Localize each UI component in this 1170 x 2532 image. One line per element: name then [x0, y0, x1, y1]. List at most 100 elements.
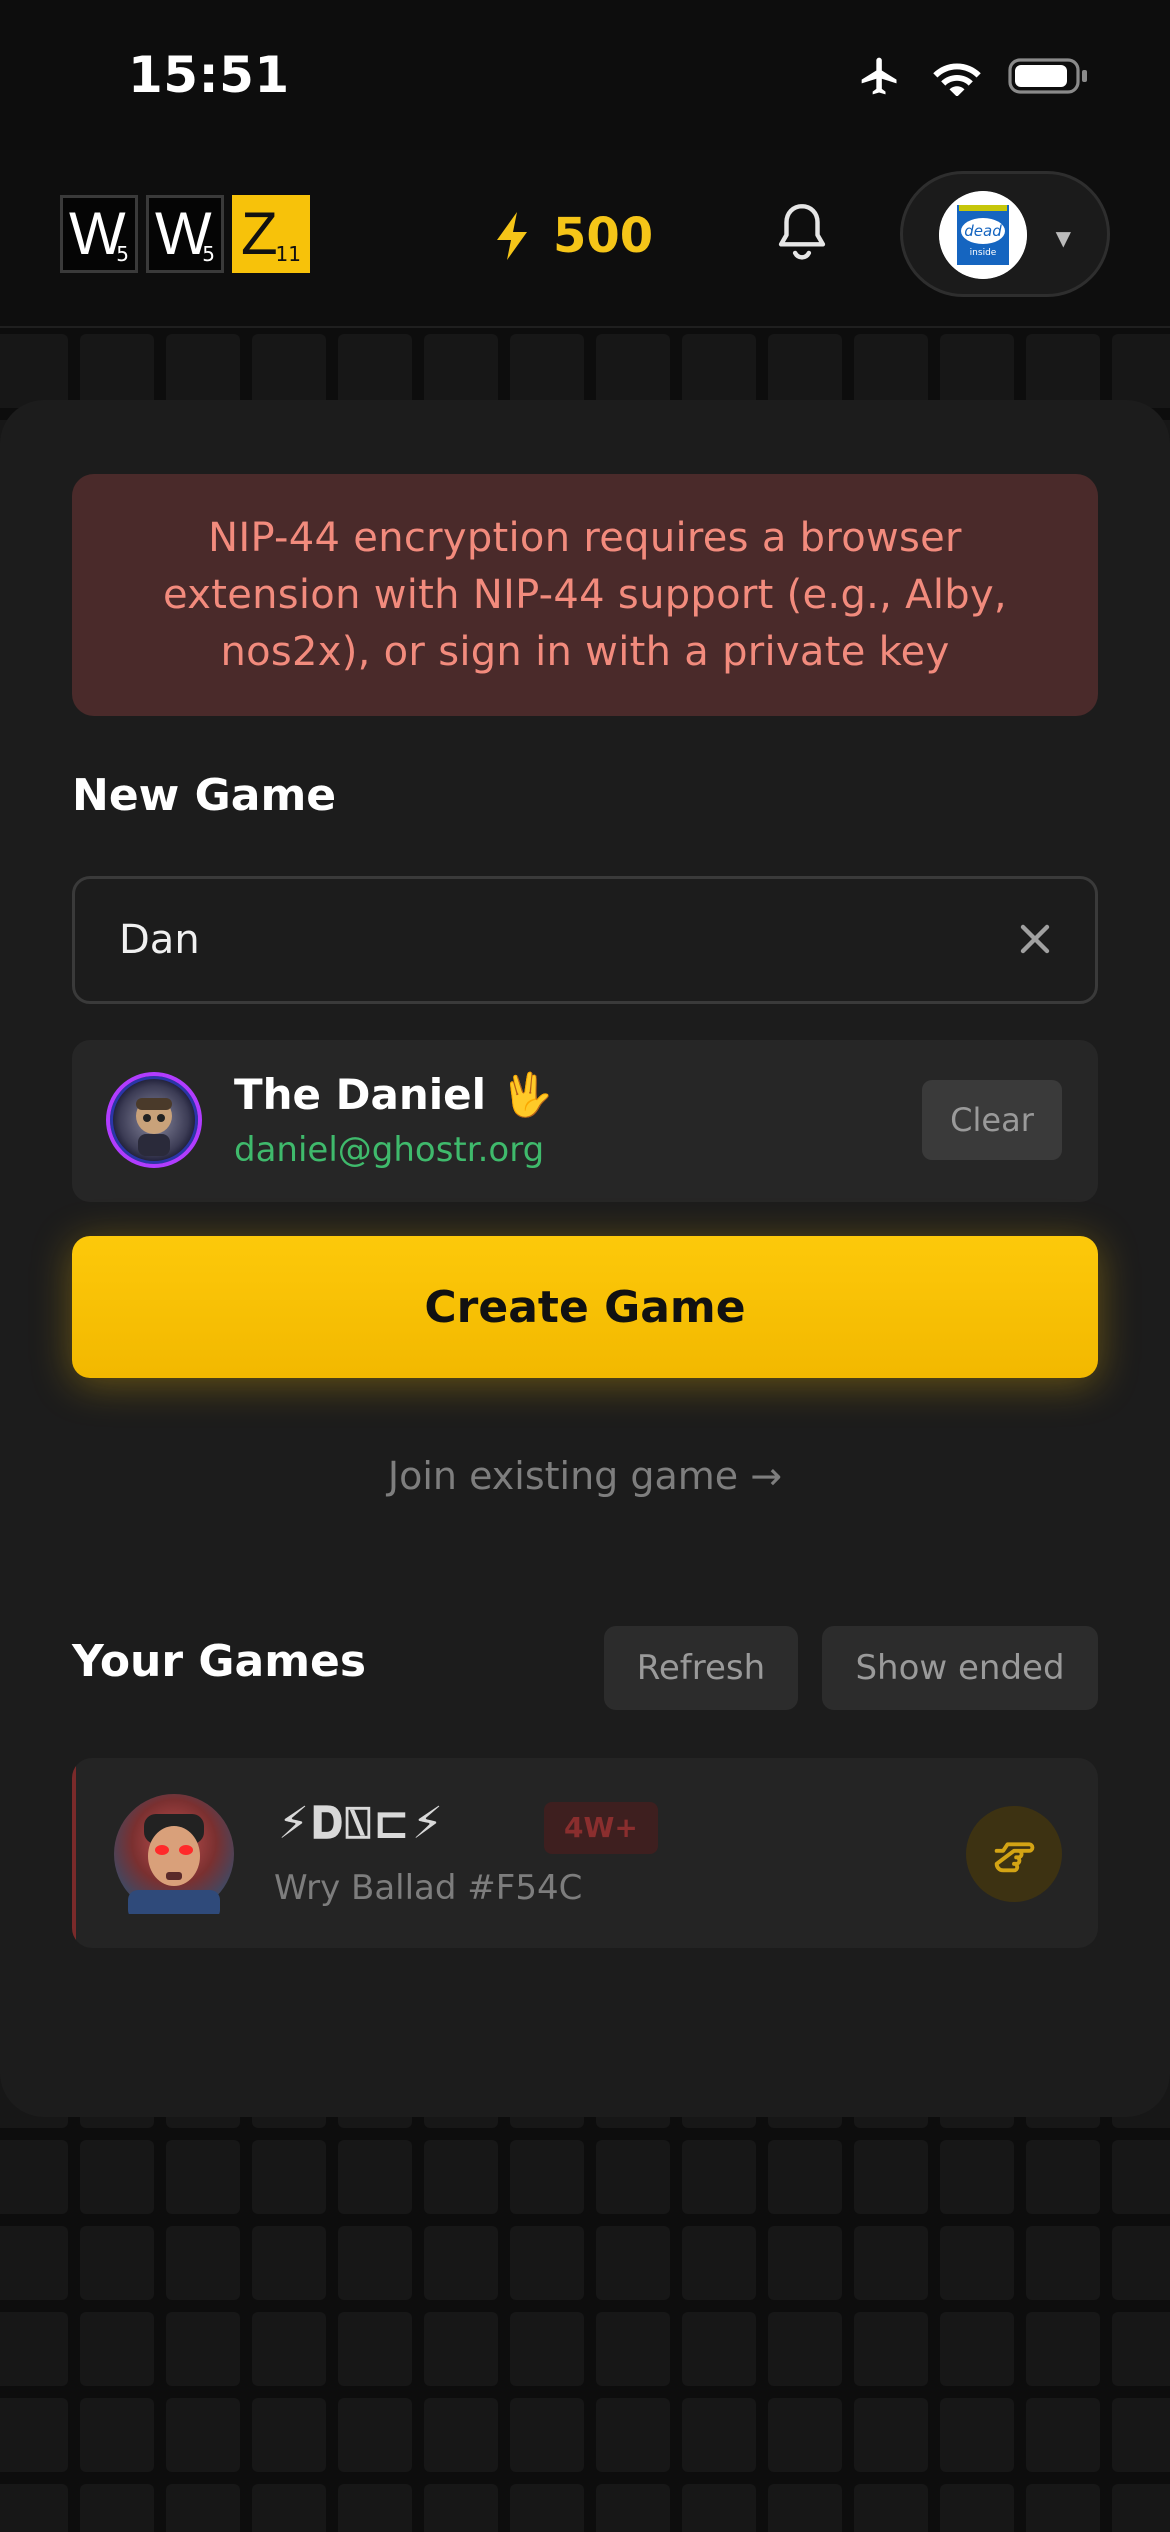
grid-cell — [1112, 2312, 1170, 2386]
join-existing-game-link[interactable]: Join existing game → — [0, 1454, 1170, 1498]
grid-cell — [510, 334, 584, 408]
opponent-name: The Daniel 🖖 — [234, 1070, 553, 1119]
grid-cell — [1112, 334, 1170, 408]
grid-cell — [0, 2398, 68, 2472]
grid-cell — [1026, 2398, 1100, 2472]
grid-cell — [424, 2312, 498, 2386]
game-opponent-avatar-image — [128, 1814, 220, 1920]
grid-cell — [1112, 2226, 1170, 2300]
grid-cell — [682, 2312, 756, 2386]
grid-cell — [510, 2226, 584, 2300]
grid-cell — [768, 2398, 842, 2472]
game-score-badge: 4W+ — [544, 1802, 658, 1854]
airplane-icon — [861, 57, 897, 95]
grid-cell — [338, 2398, 412, 2472]
lightning-icon — [497, 212, 527, 260]
grid-cell — [80, 2484, 154, 2532]
grid-cell — [252, 2484, 326, 2532]
grid-cell — [1026, 2312, 1100, 2386]
close-icon[interactable] — [1011, 915, 1059, 963]
grid-cell — [80, 2312, 154, 2386]
pointing-hand-icon — [994, 1841, 1035, 1872]
grid-cell — [338, 2484, 412, 2532]
grid-cell — [940, 334, 1014, 408]
grid-cell — [252, 2140, 326, 2214]
grid-cell — [682, 2226, 756, 2300]
grid-cell — [940, 2140, 1014, 2214]
opponent-address: daniel@ghostr.org — [234, 1130, 545, 1170]
grid-cell — [854, 2484, 928, 2532]
grid-cell — [338, 2226, 412, 2300]
new-game-title: New Game — [72, 770, 337, 821]
grid-cell — [940, 2484, 1014, 2532]
grid-cell — [854, 2140, 928, 2214]
grid-cell — [166, 2140, 240, 2214]
grid-cell — [510, 2140, 584, 2214]
your-games-title: Your Games — [72, 1636, 367, 1687]
grid-cell — [1112, 2484, 1170, 2532]
grid-cell — [338, 334, 412, 408]
app-logo[interactable]: W 5 W 5 Z 11 — [60, 195, 310, 273]
bell-icon[interactable] — [772, 200, 832, 264]
grid-cell — [424, 2140, 498, 2214]
zap-balance[interactable]: 500 — [495, 208, 653, 264]
grid-cell — [940, 2226, 1014, 2300]
battery-icon — [1008, 58, 1087, 94]
svg-text:dead: dead — [964, 222, 1002, 240]
grid-cell — [682, 2484, 756, 2532]
dead-inside-logo: dead inside — [939, 191, 1027, 279]
logo-tile: Z 11 — [232, 195, 310, 273]
grid-cell — [80, 2226, 154, 2300]
grid-cell — [0, 2312, 68, 2386]
grid-cell — [424, 2398, 498, 2472]
balance-amount: 500 — [553, 208, 654, 264]
grid-cell — [252, 2312, 326, 2386]
grid-cell — [596, 334, 670, 408]
app-header: W 5 W 5 Z 11 500 dead inside ▼ — [0, 150, 1170, 328]
grid-cell — [338, 2312, 412, 2386]
game-list-item[interactable]: ⚡𝐃⍂⊏⚡ 4W+ Wry Ballad #F54C — [72, 1758, 1098, 1948]
grid-cell — [768, 2140, 842, 2214]
opponent-search — [72, 876, 1098, 1004]
status-time: 15:51 — [128, 46, 290, 104]
chevron-down-icon: ▼ — [1055, 226, 1071, 250]
grid-cell — [1112, 2398, 1170, 2472]
grid-cell — [0, 2484, 68, 2532]
clear-button[interactable]: Clear — [922, 1080, 1062, 1160]
grid-cell — [80, 334, 154, 408]
grid-cell — [0, 334, 68, 408]
grid-cell — [424, 2484, 498, 2532]
encryption-warning: NIP-44 encryption requires a browser ext… — [72, 474, 1098, 716]
grid-cell — [768, 334, 842, 408]
grid-cell — [338, 2140, 412, 2214]
grid-cell — [768, 2484, 842, 2532]
grid-cell — [252, 334, 326, 408]
grid-cell — [1026, 2484, 1100, 2532]
avatar — [106, 1072, 202, 1168]
grid-cell — [166, 2398, 240, 2472]
grid-cell — [854, 2398, 928, 2472]
profile-menu-button[interactable]: dead inside ▼ — [900, 171, 1110, 297]
opponent-search-input[interactable] — [119, 905, 999, 975]
game-title: ⚡𝐃⍂⊏⚡ — [278, 1798, 445, 1849]
create-game-button[interactable]: Create Game — [72, 1236, 1098, 1378]
main-panel: NIP-44 encryption requires a browser ext… — [0, 400, 1170, 2117]
grid-cell — [854, 2312, 928, 2386]
game-status-accent — [72, 1758, 76, 1948]
svg-text:inside: inside — [970, 248, 997, 258]
grid-cell — [596, 2140, 670, 2214]
grid-cell — [1026, 2140, 1100, 2214]
grid-cell — [166, 2484, 240, 2532]
logo-tile: W 5 — [60, 195, 138, 273]
grid-cell — [854, 334, 928, 408]
game-subtitle: Wry Ballad #F54C — [274, 1868, 583, 1908]
grid-cell — [1112, 2140, 1170, 2214]
your-turn-button[interactable] — [966, 1806, 1062, 1902]
grid-cell — [940, 2312, 1014, 2386]
refresh-button[interactable]: Refresh — [604, 1626, 798, 1710]
grid-cell — [682, 334, 756, 408]
show-ended-button[interactable]: Show ended — [822, 1626, 1098, 1710]
grid-cell — [252, 2398, 326, 2472]
grid-cell — [166, 2226, 240, 2300]
grid-cell — [166, 2312, 240, 2386]
